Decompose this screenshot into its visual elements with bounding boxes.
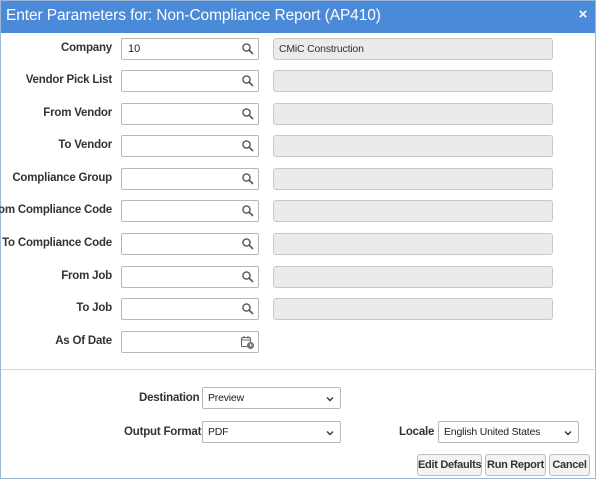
vendor-pick-list-description: [273, 70, 553, 92]
vendor-pick-list-input[interactable]: [121, 70, 259, 92]
locale-value: English United States: [444, 426, 541, 438]
company-description: CMiC Construction: [273, 38, 553, 60]
chevron-down-icon: [326, 397, 334, 402]
search-icon[interactable]: [241, 270, 255, 284]
search-icon[interactable]: [241, 302, 255, 316]
to-vendor-input[interactable]: [121, 135, 259, 157]
cancel-button[interactable]: Cancel: [549, 454, 590, 476]
search-icon[interactable]: [241, 204, 255, 218]
param-label: From Job: [61, 270, 112, 282]
company-description-text: CMiC Construction: [279, 43, 364, 55]
search-icon[interactable]: [241, 172, 255, 186]
param-label: To Compliance Code: [2, 237, 112, 249]
param-row-from-vendor: From Vendor: [1, 103, 596, 125]
param-row-from-job: From Job: [1, 266, 596, 288]
calendar-icon[interactable]: [240, 335, 255, 350]
param-label: From Vendor: [43, 107, 112, 119]
as-of-date-input[interactable]: [121, 331, 259, 353]
search-icon[interactable]: [241, 237, 255, 251]
edit-defaults-button[interactable]: Edit Defaults: [417, 454, 482, 476]
output-format-select[interactable]: PDF: [202, 421, 341, 443]
param-label: To Vendor: [58, 139, 112, 151]
compliance-group-input[interactable]: [121, 168, 259, 190]
compliance-group-description: [273, 168, 553, 190]
locale-label: Locale: [399, 426, 435, 438]
close-icon[interactable]: ×: [575, 6, 591, 24]
from-job-description: [273, 266, 553, 288]
param-label: As Of Date: [55, 335, 112, 347]
param-row-to-job: To Job: [1, 298, 596, 320]
param-row-compliance-group: Compliance Group: [1, 168, 596, 190]
chevron-down-icon: [564, 431, 572, 436]
param-label: Vendor Pick List: [25, 74, 112, 86]
from-job-input[interactable]: [121, 266, 259, 288]
section-divider: [1, 369, 596, 370]
company-input-value: 10: [128, 43, 141, 55]
dialog-titlebar: Enter Parameters for: Non-Compliance Rep…: [1, 1, 595, 33]
to-compliance-code-input[interactable]: [121, 233, 259, 255]
to-job-input[interactable]: [121, 298, 259, 320]
from-vendor-input[interactable]: [121, 103, 259, 125]
search-icon[interactable]: [241, 74, 255, 88]
search-icon[interactable]: [241, 42, 255, 56]
chevron-down-icon: [326, 431, 334, 436]
param-label: Company: [61, 42, 112, 54]
to-vendor-description: [273, 135, 553, 157]
destination-label: Destination: [139, 392, 200, 404]
output-format-label: Output Format: [124, 426, 202, 438]
report-parameters-dialog: Enter Parameters for: Non-Compliance Rep…: [0, 0, 596, 479]
output-format-value: PDF: [208, 426, 229, 438]
company-input[interactable]: 10: [121, 38, 259, 60]
dialog-title: Enter Parameters for: Non-Compliance Rep…: [6, 7, 381, 24]
destination-select[interactable]: Preview: [202, 387, 341, 409]
param-row-to-compliance-code: To Compliance Code: [1, 233, 596, 255]
param-row-as-of-date: As Of Date: [1, 331, 596, 353]
from-vendor-description: [273, 103, 553, 125]
to-compliance-code-description: [273, 233, 553, 255]
to-job-description: [273, 298, 553, 320]
param-row-to-vendor: To Vendor: [1, 135, 596, 157]
from-compliance-code-description: [273, 200, 553, 222]
param-label: To Job: [76, 302, 112, 314]
destination-value: Preview: [208, 392, 244, 404]
from-compliance-code-input[interactable]: [121, 200, 259, 222]
run-report-button[interactable]: Run Report: [485, 454, 546, 476]
param-row-from-compliance-code: From Compliance Code: [0, 200, 596, 222]
param-row-vendor-pick-list: Vendor Pick List: [1, 70, 596, 92]
locale-select[interactable]: English United States: [438, 421, 579, 443]
param-label: Compliance Group: [12, 172, 112, 184]
search-icon[interactable]: [241, 107, 255, 121]
param-row-company: Company 10 CMiC Construction: [1, 38, 596, 60]
param-label: From Compliance Code: [0, 204, 112, 216]
search-icon[interactable]: [241, 139, 255, 153]
